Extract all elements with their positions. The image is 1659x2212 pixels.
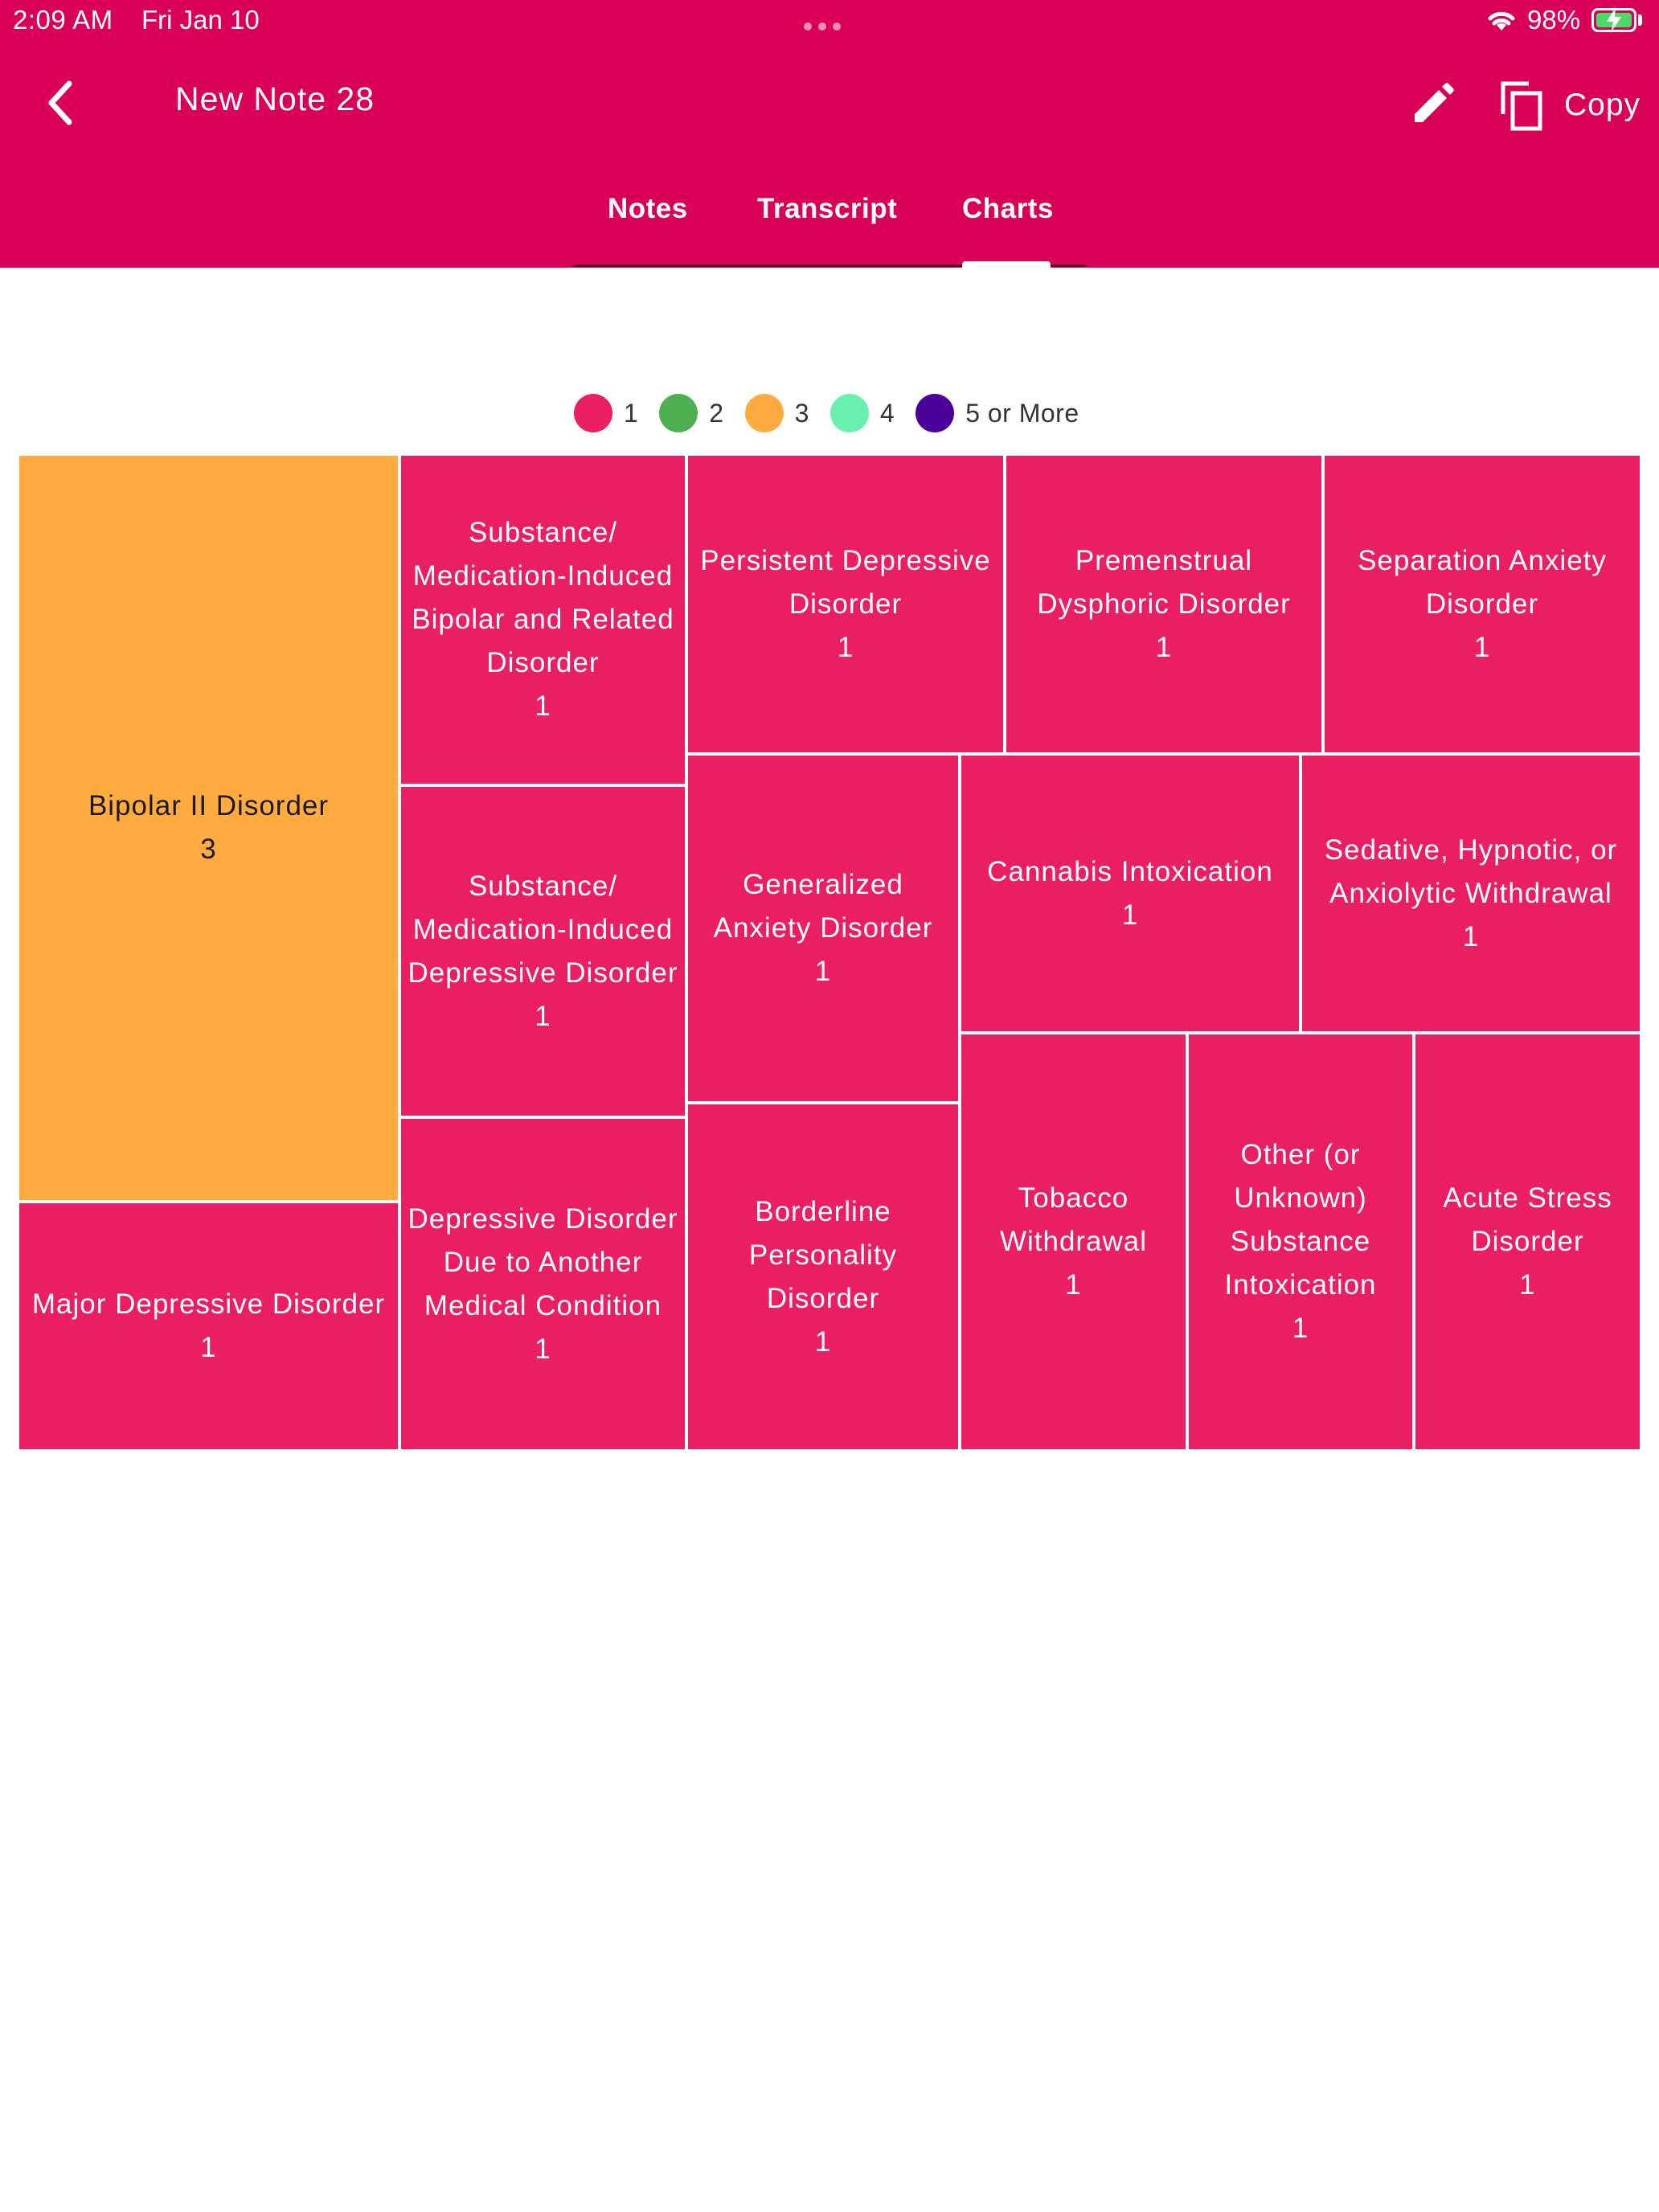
legend-label-3: 3 <box>794 398 809 428</box>
treemap-cell[interactable]: Acute Stress Disorder 1 <box>1414 1033 1641 1451</box>
legend-swatch-5-or-more <box>916 394 955 432</box>
edit-button[interactable] <box>1407 77 1460 130</box>
treemap-cell-label: Separation Anxiety Disorder <box>1358 544 1607 620</box>
treemap-cell-value: 1 <box>837 631 854 663</box>
pencil-icon <box>1415 83 1454 122</box>
treemap-cell[interactable]: Other (or Unknown) Substance Intoxicatio… <box>1187 1033 1414 1451</box>
battery-percent: 98% <box>1527 5 1581 35</box>
legend-swatch-4 <box>830 394 869 432</box>
legend-item-5-or-more: 5 or More <box>916 394 1079 432</box>
legend-label-5-or-more: 5 or More <box>965 398 1079 428</box>
legend-swatch-2 <box>659 394 698 432</box>
treemap-cell[interactable]: Cannabis Intoxication 1 <box>960 754 1301 1033</box>
multitasking-dots-icon[interactable] <box>804 23 841 31</box>
treemap-cell-label: Depressive Disorder Due to Another Medic… <box>408 1202 678 1321</box>
treemap-cell-label: Acute Stress Disorder <box>1443 1182 1612 1257</box>
legend-swatch-3 <box>744 394 784 432</box>
legend-item-1: 1 <box>574 394 638 432</box>
treemap-cell[interactable]: Tobacco Withdrawal 1 <box>960 1033 1187 1451</box>
treemap-cell-label: Substance/ Medication-Induced Depressive… <box>408 870 678 989</box>
copy-label: Copy <box>1564 88 1641 122</box>
treemap-cell-value: 1 <box>535 1333 551 1365</box>
treemap-cell-value: 1 <box>1292 1313 1309 1344</box>
treemap-cell-label: Generalized Anxiety Disorder <box>713 869 933 944</box>
treemap-cell[interactable]: Borderline Personality Disorder 1 <box>686 1103 960 1451</box>
battery-nub <box>1638 14 1642 26</box>
treemap-cell-value: 1 <box>1473 631 1491 663</box>
treemap-chart: Bipolar II Disorder 3 Major Depressive Dis… <box>18 454 1641 1451</box>
treemap-cell-label: Premenstrual Dysphoric Disorder <box>1037 544 1291 620</box>
treemap-cell[interactable]: Substance/ Medication-Induced Bipolar an… <box>399 454 686 785</box>
treemap-cell[interactable]: Persistent Depressive Disorder 1 <box>686 454 1005 754</box>
chart-legend: 1 2 3 4 5 or More <box>574 393 1100 433</box>
treemap-cell[interactable]: Sedative, Hypnotic, or Anxiolytic Withdr… <box>1301 754 1641 1033</box>
tab-selected-indicator <box>962 261 1051 268</box>
back-button[interactable] <box>42 79 82 127</box>
copy-icon <box>1501 81 1542 131</box>
treemap-cell-value: 1 <box>200 1332 217 1363</box>
legend-item-4: 4 <box>830 394 895 432</box>
treemap-cell-label: Other (or Unknown) Substance Intoxicatio… <box>1224 1139 1377 1301</box>
treemap-cell-value: 3 <box>200 834 217 865</box>
treemap-cell-label: Persistent Depressive Disorder <box>700 544 991 620</box>
chevron-left-icon <box>48 80 72 125</box>
treemap-cell[interactable]: Major Depressive Disorder 1 <box>18 1202 399 1451</box>
treemap-cell-value: 1 <box>814 956 832 987</box>
note-title: New Note 28 <box>175 80 375 117</box>
treemap-cell-label: Major Depressive Disorder <box>31 1288 386 1320</box>
treemap-cell-label: Borderline Personality Disorder <box>748 1195 898 1314</box>
treemap-cell-value: 1 <box>1519 1269 1536 1301</box>
legend-label-1: 1 <box>624 398 639 428</box>
treemap-cell-label: Bipolar II Disorder <box>88 790 330 821</box>
app-header: 2:09 AM Fri Jan 10 98% New Note 28 Copy … <box>0 0 1659 268</box>
treemap-cell[interactable]: Bipolar II Disorder 3 <box>18 454 399 1202</box>
tab-charts[interactable]: Charts <box>962 193 1054 225</box>
treemap-cell-value: 1 <box>814 1325 832 1358</box>
copy-button[interactable]: Copy <box>1498 77 1641 133</box>
treemap-cell-label: Tobacco Withdrawal <box>999 1182 1148 1257</box>
legend-label-4: 4 <box>879 398 895 428</box>
battery-charging-icon <box>1591 7 1636 33</box>
wifi-icon <box>1488 11 1515 31</box>
legend-swatch-1 <box>574 394 612 432</box>
treemap-cell-value: 1 <box>535 1000 551 1032</box>
legend-item-2: 2 <box>659 394 723 432</box>
treemap-cell-value: 1 <box>1065 1269 1082 1301</box>
treemap-cell-value: 1 <box>1121 899 1139 931</box>
treemap-cell-value: 1 <box>1155 631 1173 663</box>
tab-notes[interactable]: Notes <box>608 193 688 225</box>
treemap-cell-value: 1 <box>1462 920 1480 952</box>
treemap-cell[interactable]: Depressive Disorder Due to Another Medic… <box>399 1117 686 1451</box>
treemap-cell-label: Cannabis Intoxication <box>987 855 1273 887</box>
treemap-cell[interactable]: Premenstrual Dysphoric Disorder 1 <box>1005 454 1323 754</box>
legend-item-3: 3 <box>744 394 809 432</box>
treemap-cell[interactable]: Separation Anxiety Disorder 1 <box>1323 454 1641 754</box>
legend-label-2: 2 <box>709 398 724 428</box>
treemap-cell-value: 1 <box>535 690 551 722</box>
tab-transcript[interactable]: Transcript <box>757 193 897 225</box>
treemap-cell-label: Substance/ Medication-Induced Bipolar an… <box>412 517 674 678</box>
treemap-cell[interactable]: Substance/ Medication-Induced Depressive… <box>399 785 686 1117</box>
treemap-cell-label: Sedative, Hypnotic, or Anxiolytic Withdr… <box>1324 834 1618 909</box>
status-time: 2:09 AM <box>13 5 113 35</box>
status-date: Fri Jan 10 <box>141 5 260 35</box>
treemap-cell[interactable]: Generalized Anxiety Disorder 1 <box>686 754 960 1103</box>
